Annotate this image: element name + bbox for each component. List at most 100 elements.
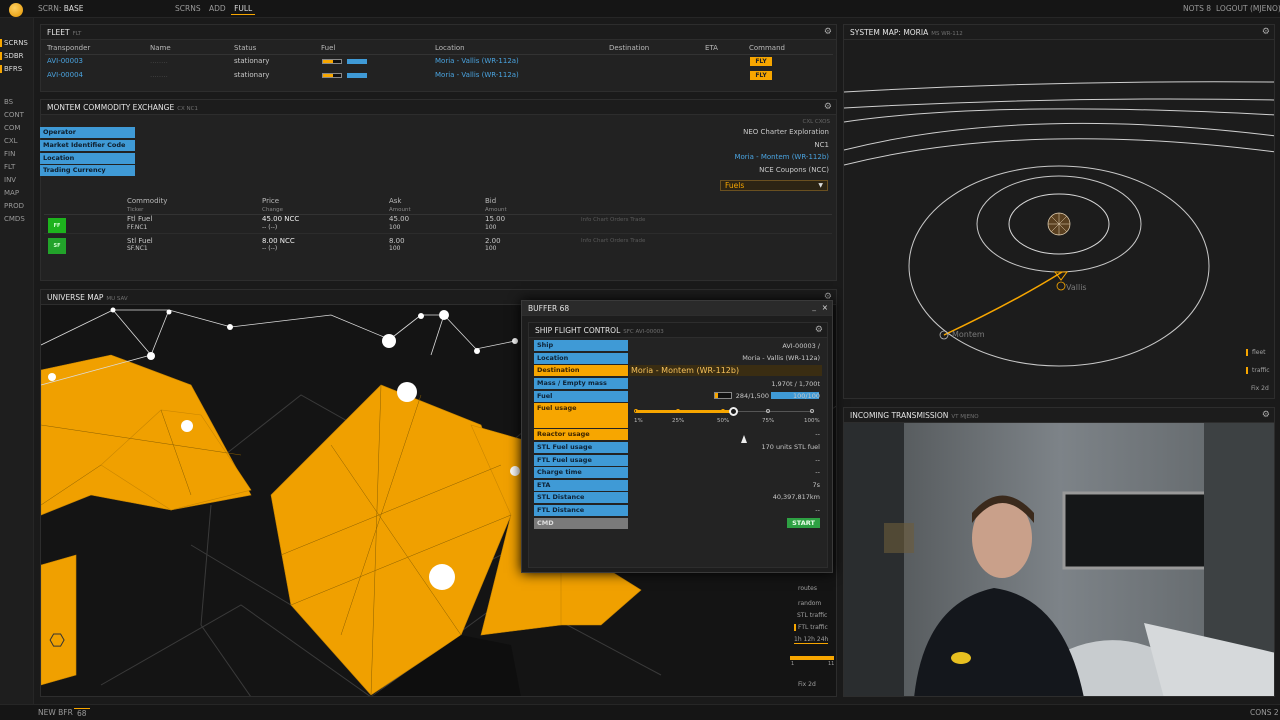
- control-timescale[interactable]: 1h 12h 24h: [794, 636, 829, 644]
- tick-label[interactable]: 75%: [762, 418, 774, 424]
- destination-input[interactable]: Moria - Montem (WR-112b): [629, 365, 822, 376]
- control-routes[interactable]: routes: [798, 585, 817, 592]
- sidebar-item-sdbr[interactable]: SDBR: [0, 52, 34, 60]
- col-status[interactable]: Status: [234, 44, 256, 52]
- transmission-title: INCOMING TRANSMISSION: [850, 411, 949, 420]
- gear-icon[interactable]: ⚙: [824, 27, 832, 37]
- exchange-code: CXL CXOS: [802, 119, 830, 125]
- fleet-row-location[interactable]: Moria - Vallis (WR-112a): [435, 71, 519, 79]
- col-command[interactable]: Command: [749, 44, 785, 52]
- col-destination[interactable]: Destination: [609, 44, 649, 52]
- commodity-row-price: 8.00 NCC: [262, 237, 295, 245]
- gear-icon[interactable]: ⚙: [1262, 27, 1270, 37]
- planet-label-vallis[interactable]: Vallis: [1066, 283, 1087, 292]
- destination-value: Moria - Montem (WR-112b): [631, 366, 740, 375]
- label-reactor-usage: Reactor usage: [534, 429, 628, 440]
- fleet-row-transponder[interactable]: AVI-00003: [47, 57, 83, 65]
- label-cmd: CMD: [534, 518, 628, 529]
- scale-min: 1: [791, 661, 795, 667]
- control-stl-traffic[interactable]: STL traffic: [797, 612, 827, 619]
- sidebar-item-scrns[interactable]: SCRNS: [0, 39, 34, 47]
- system-map-canvas[interactable]: [844, 40, 1275, 399]
- col-ask[interactable]: Ask Amount: [389, 197, 411, 213]
- label-stl-fuel-usage: STL Fuel usage: [534, 442, 628, 453]
- commodity-row-bid: 15.00: [485, 215, 506, 223]
- legend-fleet[interactable]: fleet: [1246, 349, 1266, 356]
- sidebar-item-prod[interactable]: PROD: [0, 202, 34, 210]
- buffer-tab-68[interactable]: 68: [74, 708, 90, 718]
- col-transponder[interactable]: Transponder: [47, 44, 90, 52]
- label-fuel: Fuel: [534, 391, 628, 402]
- col-price[interactable]: Price Change: [262, 197, 283, 213]
- commodity-row-bid: 2.00: [485, 237, 501, 245]
- logout-button[interactable]: LOGOUT (MJENO): [1216, 4, 1280, 13]
- gear-icon[interactable]: ⚙: [1262, 410, 1270, 420]
- commodity-row-ask: 45.00: [389, 215, 410, 223]
- tick-label[interactable]: 100%: [804, 418, 820, 424]
- value-stl-fuel: 170 units STL fuel: [761, 443, 820, 451]
- fuel-stl-bar: [714, 392, 732, 399]
- value-currency: NCE Coupons (NCC): [759, 166, 829, 174]
- commodity-filter-select[interactable]: Fuels ▼: [720, 180, 828, 191]
- sidebar-item-cmds[interactable]: CMDS: [0, 215, 34, 223]
- fuel-usage-slider[interactable]: 1% 25% 50% 75% 100%: [634, 407, 820, 425]
- sidebar-item-inv[interactable]: INV: [0, 176, 34, 184]
- value-location[interactable]: Moria - Montem (WR-112b): [0, 153, 829, 161]
- col-location[interactable]: Location: [435, 44, 465, 52]
- label-ftl-distance: FTL Distance: [534, 505, 628, 516]
- value-stl-distance: 40,397,817km: [772, 493, 820, 501]
- scale-max: 11: [828, 661, 835, 667]
- control-fix[interactable]: Fix 2d: [798, 681, 816, 688]
- planet-label-montem[interactable]: Montem: [952, 330, 985, 339]
- value-ship[interactable]: AVI-00003 /: [782, 342, 820, 350]
- value-location[interactable]: Moria - Vallis (WR-112a): [742, 354, 820, 362]
- value-reactor: --: [815, 430, 820, 438]
- legend-fix[interactable]: Fix 2d: [1251, 385, 1269, 392]
- fleet-row-location[interactable]: Moria - Vallis (WR-112a): [435, 57, 519, 65]
- col-commodity[interactable]: Commodity Ticker: [127, 197, 167, 213]
- buffer-header[interactable]: BUFFER 68 _ ×: [522, 301, 832, 316]
- col-eta[interactable]: ETA: [705, 44, 718, 52]
- full-button[interactable]: FULL: [231, 3, 256, 15]
- watermark-logo: ⬡: [47, 632, 68, 648]
- legend-traffic[interactable]: traffic: [1246, 367, 1270, 374]
- scrns-button[interactable]: SCRNS: [172, 3, 204, 14]
- commodity-filter-value: Fuels: [725, 181, 745, 190]
- gear-icon[interactable]: ⚙: [815, 325, 823, 335]
- screen-buttons: SCRNS ADD FULL: [172, 3, 256, 15]
- sidebar-item-bs[interactable]: BS: [0, 98, 34, 106]
- new-buffer-button[interactable]: NEW BFR: [38, 708, 73, 717]
- col-name[interactable]: Name: [150, 44, 171, 52]
- label-fuel-usage: Fuel usage: [534, 403, 628, 428]
- control-random[interactable]: random: [798, 600, 821, 607]
- col-bid[interactable]: Bid Amount: [485, 197, 507, 213]
- app-logo-icon[interactable]: [9, 3, 23, 17]
- sidebar-item-map[interactable]: MAP: [0, 189, 34, 197]
- fly-button[interactable]: FLY: [750, 71, 772, 80]
- fuel-usage-knob[interactable]: [728, 407, 738, 416]
- fly-button[interactable]: FLY: [750, 57, 772, 66]
- minimize-icon[interactable]: _: [812, 302, 816, 311]
- close-icon[interactable]: ×: [822, 303, 828, 312]
- sidebar-item-cont[interactable]: CONT: [0, 111, 34, 119]
- cons-button[interactable]: CONS 2: [1250, 708, 1279, 717]
- tick-label[interactable]: 25%: [672, 418, 684, 424]
- tick-label[interactable]: 50%: [717, 418, 729, 424]
- notifications-button[interactable]: NOTS 8: [1183, 4, 1211, 13]
- sidebar-item-bfrs[interactable]: BFRS: [0, 65, 34, 73]
- ticker-chip-ff[interactable]: FF: [48, 218, 66, 234]
- ticker-chip-sf[interactable]: SF: [48, 238, 66, 254]
- transmission-sub: VT MJENO: [951, 414, 979, 420]
- exchange-sub: CX NC1: [177, 106, 198, 112]
- ship-flight-header: SHIP FLIGHT CONTROL SFC AVI-00003 ⚙: [529, 323, 827, 338]
- tick-label[interactable]: 1%: [634, 418, 643, 424]
- add-button[interactable]: ADD: [206, 3, 229, 14]
- gear-icon[interactable]: ⚙: [824, 102, 832, 112]
- start-button[interactable]: START: [787, 518, 820, 528]
- commodity-row-actions[interactable]: Info Chart Orders Trade: [581, 217, 645, 223]
- commodity-row-ask-amount: 100: [389, 224, 401, 231]
- commodity-row-actions[interactable]: Info Chart Orders Trade: [581, 238, 645, 244]
- col-fuel[interactable]: Fuel: [321, 44, 335, 52]
- fleet-row-transponder[interactable]: AVI-00004: [47, 71, 83, 79]
- control-ftl-traffic[interactable]: FTL traffic: [794, 624, 828, 631]
